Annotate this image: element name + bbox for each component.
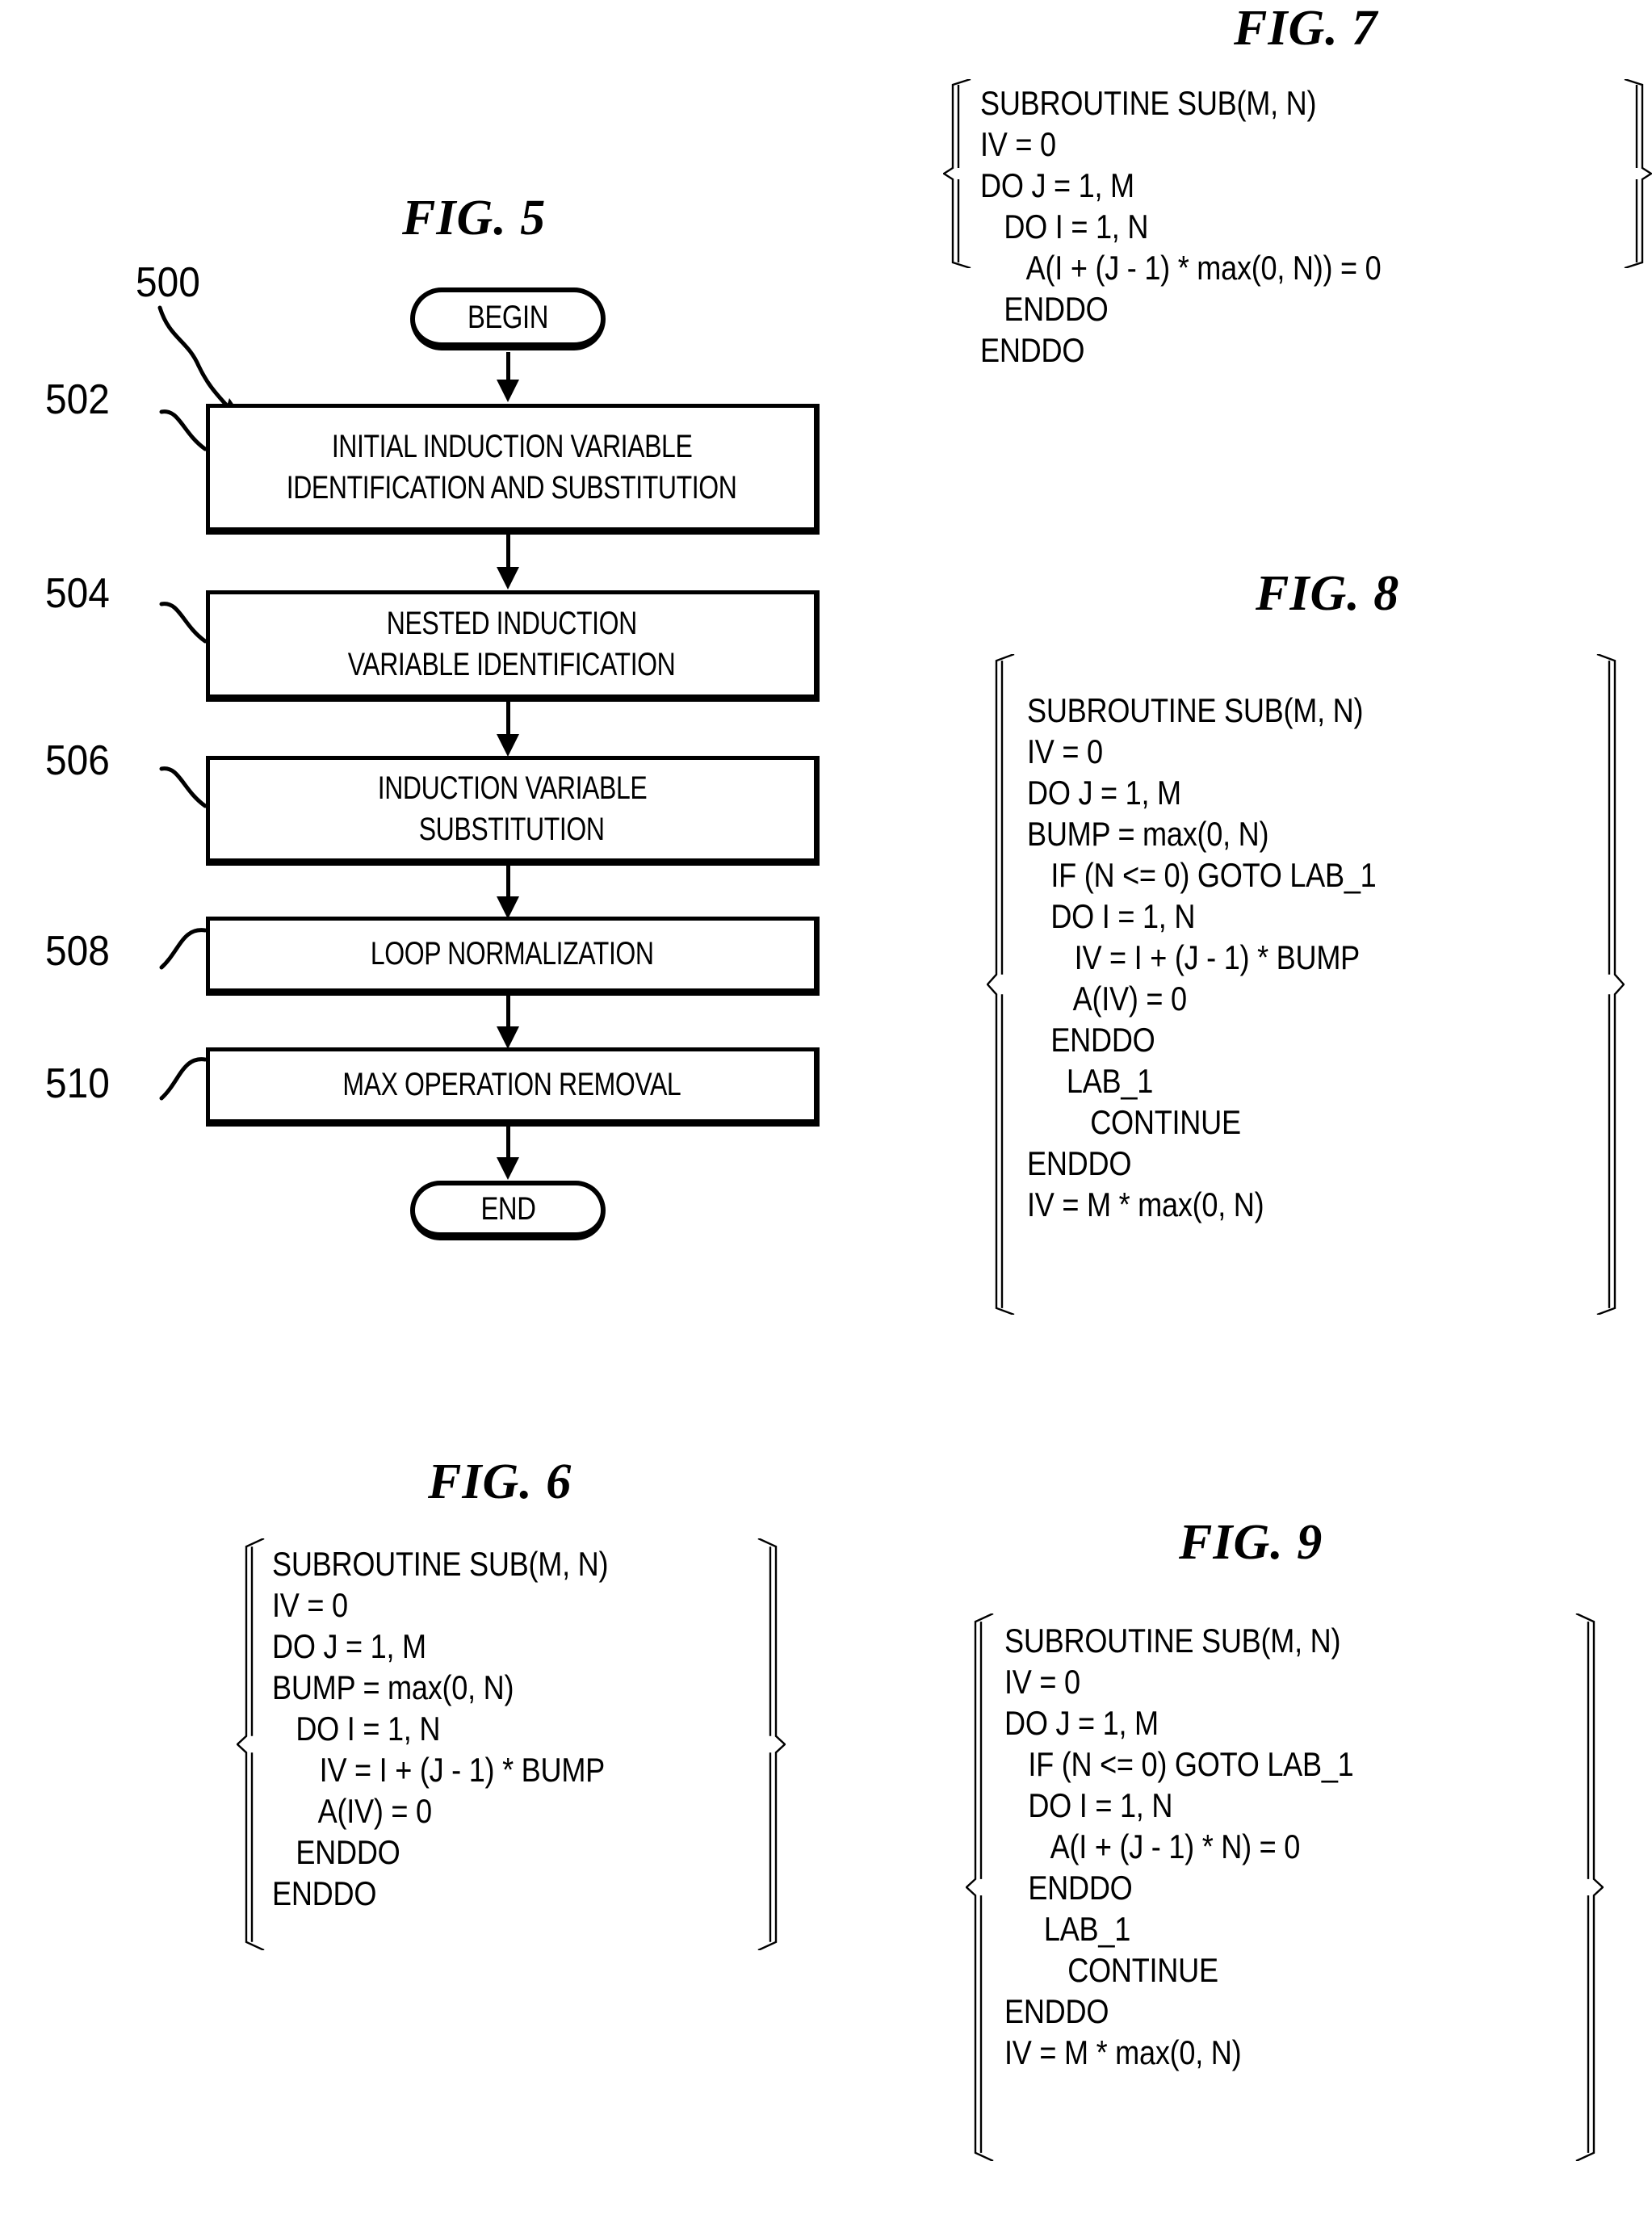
code-text-fig8: SUBROUTINE SUB(M, N) IV = 0 DO J = 1, M …: [1027, 691, 1377, 1223]
step-508-line-1: LOOP NORMALIZATION: [370, 936, 654, 972]
code-listing-fig9: SUBROUTINE SUB(M, N) IV = 0 DO J = 1, M …: [966, 1613, 1604, 2161]
code-text-fig9: SUBROUTINE SUB(M, N) IV = 0 DO J = 1, M …: [1004, 1622, 1354, 2071]
flowchart-step-510: MAX OPERATION REMOVAL: [206, 1047, 820, 1127]
flowchart-step-502: INITIAL INDUCTION VARIABLE IDENTIFICATIO…: [206, 404, 820, 535]
figure-title-fig6: FIG. 6: [428, 1454, 572, 1509]
arrowhead-502-504: [497, 567, 519, 590]
arrowhead-begin-502: [497, 380, 519, 402]
code-listing-fig7: SUBROUTINE SUB(M, N) IV = 0 DO J = 1, M …: [943, 79, 1652, 369]
arrowhead-506-508: [497, 896, 519, 919]
code-listing-fig6: SUBROUTINE SUB(M, N) IV = 0 DO J = 1, M …: [237, 1538, 786, 1950]
code-text-fig7: SUBROUTINE SUB(M, N) IV = 0 DO J = 1, M …: [980, 84, 1382, 369]
arrowhead-510-end: [497, 1157, 519, 1180]
flowchart-terminal-end: END: [410, 1181, 606, 1240]
leader-line-510: [159, 1057, 208, 1101]
reference-numeral-502: 502: [45, 376, 110, 423]
terminal-begin-label: BEGIN: [467, 299, 549, 335]
reference-numeral-510: 510: [45, 1060, 110, 1107]
bracket-left-fig7: [943, 79, 975, 268]
leader-line-502: [159, 409, 208, 451]
step-502-line-1: INITIAL INDUCTION VARIABLE: [331, 428, 693, 464]
figure-title-fig9: FIG. 9: [1179, 1515, 1323, 1570]
arrowhead-508-510: [497, 1026, 519, 1049]
reference-numeral-500: 500: [136, 259, 200, 306]
bracket-right-fig6: [753, 1538, 786, 1950]
bracket-left-fig8: [987, 654, 1019, 1315]
bracket-right-fig9: [1571, 1613, 1604, 2161]
bracket-left-fig9: [966, 1613, 998, 2161]
step-502-line-2: IDENTIFICATION AND SUBSTITUTION: [287, 470, 737, 506]
patent-figure-sheet: FIG. 5 500 BEGIN INITIAL INDUCTION VARIA…: [0, 0, 1652, 2224]
step-506-line-2: SUBSTITUTION: [419, 812, 605, 847]
leader-line-506: [159, 766, 208, 808]
flowchart-step-504: NESTED INDUCTION VARIABLE IDENTIFICATION: [206, 590, 820, 702]
bracket-right-fig7: [1620, 79, 1652, 268]
flowchart-step-508: LOOP NORMALIZATION: [206, 917, 820, 996]
arrowhead-504-506: [497, 734, 519, 757]
figure-title-fig5: FIG. 5: [402, 191, 547, 245]
code-text-fig6: SUBROUTINE SUB(M, N) IV = 0 DO J = 1, M …: [272, 1545, 609, 1912]
step-504-line-1: NESTED INDUCTION: [386, 605, 638, 641]
step-510-line-1: MAX OPERATION REMOVAL: [342, 1067, 681, 1103]
terminal-end-label: END: [480, 1190, 536, 1227]
step-504-line-2: VARIABLE IDENTIFICATION: [348, 647, 676, 682]
code-listing-fig8: SUBROUTINE SUB(M, N) IV = 0 DO J = 1, M …: [987, 654, 1625, 1315]
flowchart-terminal-begin: BEGIN: [410, 287, 606, 350]
bracket-left-fig6: [237, 1538, 269, 1950]
reference-numeral-504: 504: [45, 570, 110, 617]
leader-line-508: [159, 928, 208, 970]
flowchart-step-506: INDUCTION VARIABLE SUBSTITUTION: [206, 756, 820, 866]
step-506-line-1: INDUCTION VARIABLE: [377, 770, 647, 806]
reference-numeral-508: 508: [45, 928, 110, 975]
bracket-right-fig8: [1592, 654, 1625, 1315]
figure-title-fig7: FIG. 7: [1234, 1, 1378, 56]
leader-line-504: [159, 602, 208, 644]
figure-title-fig8: FIG. 8: [1256, 566, 1400, 621]
reference-numeral-506: 506: [45, 737, 110, 784]
